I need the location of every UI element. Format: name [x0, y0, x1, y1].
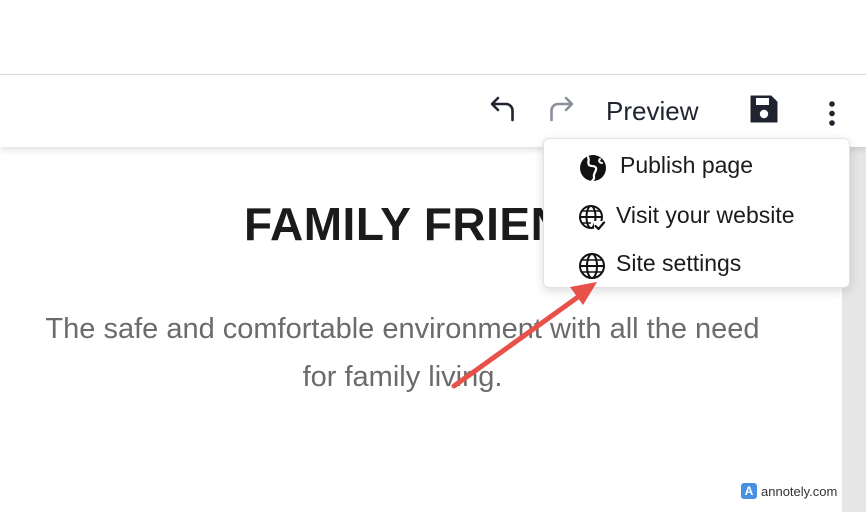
save-button[interactable]: [746, 91, 782, 127]
globe-check-icon: [577, 203, 607, 233]
redo-arrow-icon: [550, 96, 574, 122]
more-options-menu: Publish page Visit your website Site set…: [543, 138, 850, 288]
menu-item-visit-website[interactable]: Visit your website: [544, 191, 849, 239]
menu-item-label: Publish page: [620, 152, 753, 178]
menu-item-site-settings[interactable]: Site settings: [544, 239, 849, 287]
vertical-ellipsis-icon: [829, 101, 835, 126]
editor-toolbar: Preview: [0, 75, 866, 147]
menu-item-publish-page[interactable]: Publish page: [544, 141, 849, 189]
top-blank-bar: [0, 0, 866, 75]
hero-text: The safe and comfortable environment wit…: [45, 313, 760, 393]
globe-icon: [577, 251, 607, 281]
menu-item-label: Visit your website: [616, 202, 795, 228]
undo-button[interactable]: [486, 92, 520, 126]
watermark-text: annotely.com: [761, 483, 838, 499]
watermark: A annotely.com: [739, 481, 840, 501]
filled-globe-icon: [578, 153, 608, 183]
more-options-button[interactable]: [818, 99, 846, 129]
undo-arrow-icon: [490, 96, 514, 122]
preview-button[interactable]: Preview: [606, 94, 698, 128]
floppy-disk-icon: [750, 95, 778, 123]
menu-item-label: Site settings: [616, 250, 742, 276]
annotely-logo-icon: A: [741, 483, 757, 499]
redo-button[interactable]: [544, 92, 578, 126]
